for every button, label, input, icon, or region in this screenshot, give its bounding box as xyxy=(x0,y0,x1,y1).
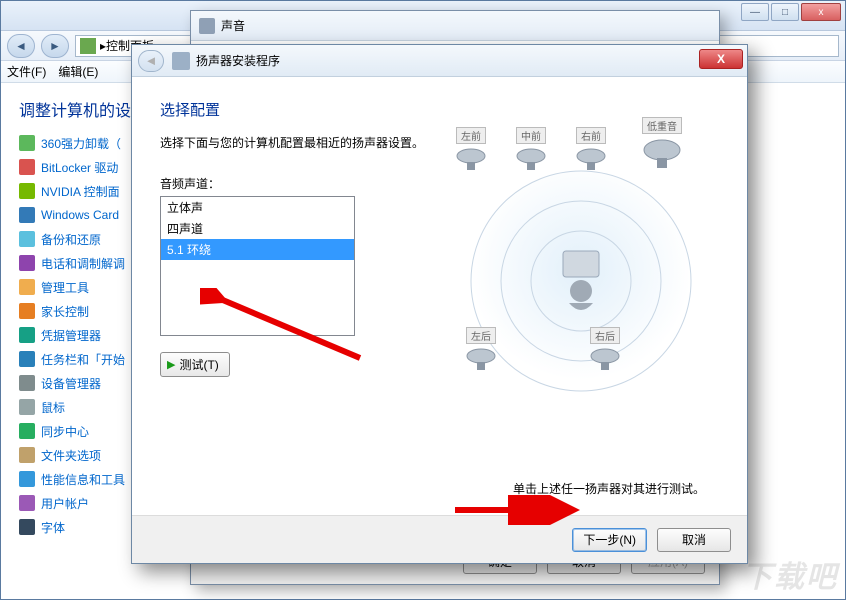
cp-item-label: NVIDIA 控制面 xyxy=(41,183,120,200)
cp-item-label: 同步中心 xyxy=(41,423,89,440)
cp-item-icon xyxy=(19,519,35,535)
watermark: 下载吧 xyxy=(742,552,838,596)
speaker-subwoofer[interactable]: 低重音 xyxy=(641,117,683,170)
wizard-close-button[interactable]: X xyxy=(699,49,743,69)
cp-item-icon xyxy=(19,159,35,175)
channel-option[interactable]: 四声道 xyxy=(161,218,354,239)
cp-item-icon xyxy=(19,135,35,151)
test-button-label: 测试(T) xyxy=(179,356,218,373)
cp-item-icon xyxy=(19,207,35,223)
sound-icon xyxy=(199,18,215,34)
speaker-right-front[interactable]: 右前 xyxy=(573,127,609,172)
audio-channel-listbox[interactable]: 立体声四声道5.1 环绕 xyxy=(160,196,355,336)
speaker-right-rear[interactable]: 右后 xyxy=(587,327,623,372)
cp-item-icon xyxy=(19,351,35,367)
menu-edit[interactable]: 编辑(E) xyxy=(58,63,98,80)
cp-item-label: 管理工具 xyxy=(41,279,89,296)
sound-titlebar: 声音 xyxy=(191,11,719,41)
sound-title-text: 声音 xyxy=(221,17,245,34)
speaker-left-rear[interactable]: 左后 xyxy=(463,327,499,372)
play-icon: ▶ xyxy=(167,358,175,371)
cp-item-label: 鼠标 xyxy=(41,399,65,416)
cp-item-label: 备份和还原 xyxy=(41,231,101,248)
cp-item-icon xyxy=(19,471,35,487)
cp-item-icon xyxy=(19,231,35,247)
channel-option[interactable]: 5.1 环绕 xyxy=(161,239,354,260)
cp-item-label: 任务栏和「开始 xyxy=(41,351,125,368)
test-hint: 单击上述任一扬声器对其进行测试。 xyxy=(513,480,705,497)
wizard-heading: 选择配置 xyxy=(160,99,719,120)
next-button[interactable]: 下一步(N) xyxy=(572,528,647,552)
cp-item-icon xyxy=(19,255,35,271)
speaker-left-front[interactable]: 左前 xyxy=(453,127,489,172)
cp-item-label: 用户帐户 xyxy=(41,495,89,512)
wizard-back-button[interactable]: ◄ xyxy=(138,50,164,72)
test-button[interactable]: ▶ 测试(T) xyxy=(160,352,230,377)
cp-item-icon xyxy=(19,447,35,463)
nav-forward-button[interactable]: ► xyxy=(41,34,69,58)
cp-item-label: 360强力卸载（ xyxy=(41,135,121,152)
cp-item-label: 电话和调制解调 xyxy=(41,255,125,272)
cp-item-label: 凭据管理器 xyxy=(41,327,101,344)
cp-item-label: Windows Card xyxy=(41,208,119,222)
cp-item-icon xyxy=(19,327,35,343)
speaker-icon xyxy=(172,52,190,70)
menu-file[interactable]: 文件(F) xyxy=(7,63,46,80)
speaker-diagram: 左前 中前 右前 低重音 左后 右后 xyxy=(441,131,721,411)
cp-item-icon xyxy=(19,495,35,511)
cp-item-label: 性能信息和工具 xyxy=(41,471,125,488)
cp-item-label: 字体 xyxy=(41,519,65,536)
close-button[interactable]: x xyxy=(801,3,841,21)
cp-item-icon xyxy=(19,375,35,391)
channel-option[interactable]: 立体声 xyxy=(161,197,354,218)
wizard-body: 选择配置 选择下面与您的计算机配置最相近的扬声器设置。 音频声道： 立体声四声道… xyxy=(132,77,747,515)
speaker-wizard-dialog: ◄ 扬声器安装程序 X 选择配置 选择下面与您的计算机配置最相近的扬声器设置。 … xyxy=(131,44,748,564)
wizard-titlebar: ◄ 扬声器安装程序 X xyxy=(132,45,747,77)
wizard-footer: 下一步(N) 取消 xyxy=(132,515,747,563)
cp-item-label: 文件夹选项 xyxy=(41,447,101,464)
minimize-button[interactable]: — xyxy=(741,3,769,21)
cp-item-icon xyxy=(19,423,35,439)
cp-item-icon xyxy=(19,183,35,199)
cp-item-label: 家长控制 xyxy=(41,303,89,320)
nav-back-button[interactable]: ◄ xyxy=(7,34,35,58)
address-icon xyxy=(80,38,96,54)
cp-item-icon xyxy=(19,303,35,319)
wizard-title: 扬声器安装程序 xyxy=(196,52,280,69)
cp-item-label: 设备管理器 xyxy=(41,375,101,392)
maximize-button[interactable]: □ xyxy=(771,3,799,21)
cp-item-label: BitLocker 驱动 xyxy=(41,159,118,176)
cp-item-icon xyxy=(19,279,35,295)
cp-item-icon xyxy=(19,399,35,415)
wizard-cancel-button[interactable]: 取消 xyxy=(657,528,731,552)
speaker-center-front[interactable]: 中前 xyxy=(513,127,549,172)
